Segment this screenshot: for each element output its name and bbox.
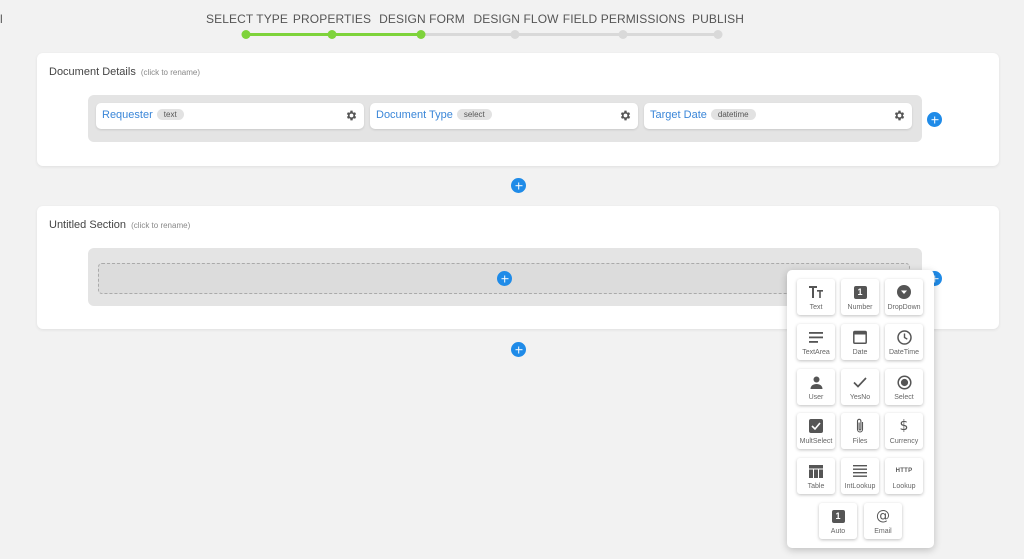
palette-item-label: IntLookup bbox=[844, 483, 876, 490]
palette-item-label: Date bbox=[852, 349, 868, 356]
palette-item-label: Select bbox=[894, 394, 914, 401]
palette-item-table[interactable]: Table bbox=[797, 458, 835, 494]
user-icon bbox=[808, 374, 824, 390]
add-field-button[interactable] bbox=[497, 271, 512, 286]
step-field-permissions[interactable]: FIELD PERMISSIONS bbox=[563, 12, 685, 26]
rename-hint: (click to rename) bbox=[131, 221, 191, 230]
step-dot-properties bbox=[327, 30, 337, 39]
palette-item-label: Table bbox=[807, 483, 825, 490]
step-dot-design-form bbox=[416, 30, 426, 39]
field-type-badge: text bbox=[156, 109, 184, 120]
section-title[interactable]: Untitled Section (click to rename) bbox=[49, 219, 190, 231]
palette-item-label: DateTime bbox=[888, 349, 920, 356]
palette-item-intlookup[interactable]: IntLookup bbox=[841, 458, 879, 494]
rename-hint: (click to rename) bbox=[140, 68, 201, 77]
palette-item-label: TextArea bbox=[802, 349, 830, 356]
palette-item-lookup[interactable]: HTTP Lookup bbox=[885, 458, 923, 494]
palette-item-text[interactable]: Text bbox=[797, 279, 835, 315]
section-title-text: Untitled Section bbox=[49, 219, 127, 231]
field-type-badge: select bbox=[456, 109, 492, 120]
section-title-text: Document Details bbox=[49, 66, 136, 78]
palette-item-label: DropDown bbox=[887, 304, 921, 311]
palette-item-auto[interactable]: 1 Auto bbox=[819, 503, 857, 539]
progress-stepper: SELECT TYPE PROPERTIES DESIGN FORM DESIG… bbox=[200, 0, 760, 44]
palette-item-files[interactable]: Files bbox=[841, 413, 879, 449]
palette-item-date[interactable]: Date bbox=[841, 324, 879, 360]
palette-item-dropdown[interactable]: DropDown bbox=[885, 279, 923, 315]
add-field-button[interactable] bbox=[927, 112, 942, 127]
at-icon: @ bbox=[876, 508, 890, 524]
palette-item-label: Auto bbox=[830, 528, 846, 535]
field-type-palette: Text 1 Number DropDown TextArea Date Dat… bbox=[787, 270, 934, 548]
palette-item-number[interactable]: 1 Number bbox=[841, 279, 879, 315]
field-card-requester[interactable]: Requester text bbox=[96, 103, 364, 129]
edge-text: l bbox=[0, 12, 3, 26]
field-type-badge: datetime bbox=[710, 109, 756, 120]
palette-item-textarea[interactable]: TextArea bbox=[797, 324, 835, 360]
field-row: Requester text Document Type select Target… bbox=[88, 95, 922, 142]
palette-item-email[interactable]: @ Email bbox=[864, 503, 902, 539]
radio-icon bbox=[896, 374, 912, 390]
step-select-type[interactable]: SELECT TYPE bbox=[206, 12, 288, 26]
palette-item-label: MultSelect bbox=[799, 438, 833, 445]
calendar-icon bbox=[852, 329, 868, 345]
palette-item-label: Currency bbox=[889, 438, 919, 445]
paperclip-icon bbox=[852, 418, 868, 434]
textarea-icon bbox=[808, 329, 824, 345]
palette-item-currency[interactable]: $ Currency bbox=[885, 413, 923, 449]
palette-item-select[interactable]: Select bbox=[885, 369, 923, 405]
field-name: Target Date bbox=[650, 109, 707, 121]
step-dot-field-permissions bbox=[618, 30, 628, 39]
section-document-details: Document Details (click to rename) Reque… bbox=[37, 53, 999, 166]
step-dot-select-type bbox=[241, 30, 251, 39]
palette-item-label: User bbox=[808, 394, 824, 401]
table-icon bbox=[808, 463, 824, 479]
gear-icon[interactable] bbox=[345, 109, 358, 122]
step-dot-publish bbox=[713, 30, 723, 39]
section-title[interactable]: Document Details (click to rename) bbox=[49, 66, 200, 78]
step-design-flow[interactable]: DESIGN FLOW bbox=[473, 12, 558, 26]
palette-item-label: Number bbox=[847, 304, 873, 311]
palette-item-label: Files bbox=[852, 438, 868, 445]
palette-item-user[interactable]: User bbox=[797, 369, 835, 405]
check-icon bbox=[852, 374, 868, 390]
add-section-button[interactable] bbox=[511, 342, 526, 357]
field-card-document-type[interactable]: Document Type select bbox=[370, 103, 638, 129]
text-icon bbox=[808, 284, 824, 300]
step-properties[interactable]: PROPERTIES bbox=[293, 12, 371, 26]
clock-icon bbox=[896, 329, 912, 345]
http-icon: HTTP bbox=[895, 463, 913, 479]
step-dot-design-flow bbox=[510, 30, 520, 39]
palette-item-label: Text bbox=[809, 304, 823, 311]
list-icon bbox=[852, 463, 868, 479]
palette-item-label: YesNo bbox=[849, 394, 871, 401]
gear-icon[interactable] bbox=[893, 109, 906, 122]
auto-glyph: 1 bbox=[831, 509, 845, 523]
step-design-form[interactable]: DESIGN FORM bbox=[379, 12, 465, 26]
step-publish[interactable]: PUBLISH bbox=[692, 12, 744, 26]
auto-number-icon: 1 bbox=[830, 508, 846, 524]
gear-icon[interactable] bbox=[619, 109, 632, 122]
add-section-button[interactable] bbox=[511, 178, 526, 193]
field-card-target-date[interactable]: Target Date datetime bbox=[644, 103, 912, 129]
number-icon: 1 bbox=[852, 284, 868, 300]
field-name: Requester bbox=[102, 109, 153, 121]
progress-track-pending bbox=[421, 33, 718, 36]
palette-item-label: Lookup bbox=[892, 483, 916, 490]
palette-item-yesno[interactable]: YesNo bbox=[841, 369, 879, 405]
palette-item-label: Email bbox=[874, 528, 892, 535]
dollar-icon: $ bbox=[899, 418, 909, 434]
field-name: Document Type bbox=[376, 109, 453, 121]
palette-item-datetime[interactable]: DateTime bbox=[885, 324, 923, 360]
dropdown-icon bbox=[896, 284, 912, 300]
http-text: HTTP bbox=[895, 468, 913, 474]
checkbox-icon bbox=[808, 418, 824, 434]
number-glyph: 1 bbox=[853, 285, 867, 299]
palette-item-multselect[interactable]: MultSelect bbox=[797, 413, 835, 449]
